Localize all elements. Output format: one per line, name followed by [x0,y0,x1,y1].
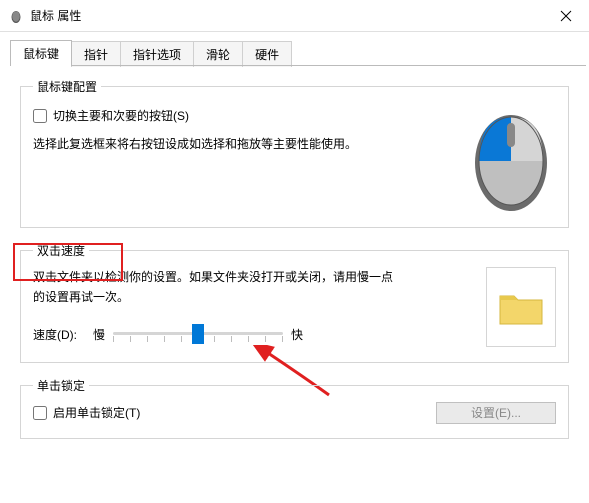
doubleclick-speed-slider[interactable] [113,322,283,348]
clicklock-settings-button: 设置(E)... [436,402,556,424]
mouse-illustration [466,103,556,213]
speed-slow-label: 慢 [93,326,105,343]
tab-wheel[interactable]: 滑轮 [193,41,243,67]
speed-label: 速度(D): [33,326,77,343]
group-click-lock: 单击锁定 启用单击锁定(T) 设置(E)... [20,377,569,439]
legend-doubleclick: 双击速度 [33,242,89,259]
tab-bar: 鼠标键 指针 指针选项 滑轮 硬件 [0,32,589,66]
clicklock-checkbox-label[interactable]: 启用单击锁定(T) [33,404,140,421]
legend-clicklock: 单击锁定 [33,377,89,394]
window-title: 鼠标 属性 [30,7,81,24]
legend-button-config: 鼠标键配置 [33,78,101,95]
speed-fast-label: 快 [291,326,303,343]
swap-buttons-checkbox[interactable] [33,109,47,123]
swap-buttons-checkbox-label[interactable]: 切换主要和次要的按钮(S) [33,107,466,124]
doubleclick-desc: 双击文件夹以检测你的设置。如果文件夹没打开或关闭，请用慢一点的设置再试一次。 [33,267,393,308]
group-doubleclick-speed: 双击速度 双击文件夹以检测你的设置。如果文件夹没打开或关闭，请用慢一点的设置再试… [20,242,569,363]
tab-hardware[interactable]: 硬件 [242,41,292,67]
titlebar: 鼠标 属性 [0,0,589,32]
tab-pointer[interactable]: 指针 [71,41,121,67]
slider-thumb[interactable] [192,324,204,344]
mouse-icon [8,8,24,24]
tab-mouse-buttons[interactable]: 鼠标键 [10,40,72,66]
close-button[interactable] [543,0,589,32]
clicklock-checkbox[interactable] [33,406,47,420]
tab-content: 鼠标键配置 切换主要和次要的按钮(S) 选择此复选框来将右按钮设成如选择和拖放等… [0,66,589,439]
swap-buttons-desc: 选择此复选框来将右按钮设成如选择和拖放等主要性能使用。 [33,134,393,154]
doubleclick-test-folder[interactable] [486,267,556,347]
group-button-config: 鼠标键配置 切换主要和次要的按钮(S) 选择此复选框来将右按钮设成如选择和拖放等… [20,78,569,228]
tab-pointer-options[interactable]: 指针选项 [120,41,194,67]
